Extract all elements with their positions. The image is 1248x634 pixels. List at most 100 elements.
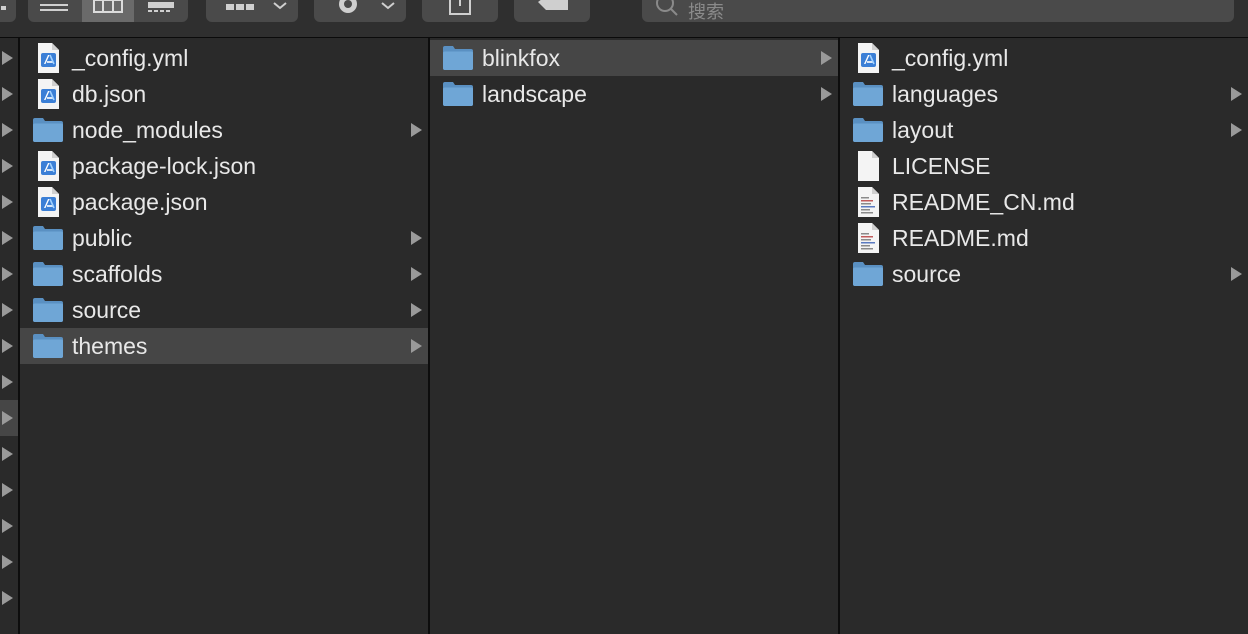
file-name: README.md [892, 224, 1029, 251]
list-item[interactable] [0, 184, 18, 220]
list-item[interactable] [0, 436, 18, 472]
icon-view-button[interactable] [0, 0, 16, 22]
folder-icon [32, 258, 64, 290]
xcode-document-icon [32, 150, 64, 182]
file-item-readme-md[interactable]: README.md [840, 220, 1248, 256]
file-item-license[interactable]: LICENSE [840, 148, 1248, 184]
list-item[interactable] [0, 472, 18, 508]
folder-item-layout[interactable]: layout [840, 112, 1248, 148]
disclosure-arrow-icon [2, 303, 13, 317]
tag-button[interactable] [514, 0, 590, 22]
list-item[interactable] [0, 364, 18, 400]
xcode-document-icon [32, 42, 64, 74]
list-item[interactable] [0, 112, 18, 148]
list-item[interactable] [0, 328, 18, 364]
view-mode-control [28, 0, 188, 22]
gallery-view-button[interactable] [136, 0, 188, 22]
file-name: source [72, 296, 142, 323]
folder-item-landscape[interactable]: landscape [430, 76, 838, 112]
folder-icon [442, 42, 474, 74]
disclosure-arrow-icon [2, 375, 13, 389]
folder-item-source[interactable]: source [840, 256, 1248, 292]
disclosure-arrow-icon [411, 231, 422, 245]
file-name: package-lock.json [72, 152, 257, 179]
list-view-button[interactable] [28, 0, 80, 22]
list-view-icon [40, 4, 68, 11]
disclosure-arrow-icon [2, 555, 13, 569]
list-item[interactable] [0, 544, 18, 580]
share-button[interactable] [422, 0, 498, 22]
share-icon [449, 0, 471, 15]
column-themes[interactable]: blinkfox landscape [430, 38, 838, 634]
list-item[interactable] [0, 76, 18, 112]
folder-item-scaffolds[interactable]: scaffolds [20, 256, 428, 292]
file-name: _config.yml [892, 44, 1009, 71]
folder-icon [852, 78, 884, 110]
disclosure-arrow-icon [1231, 267, 1242, 281]
file-name: themes [72, 332, 148, 359]
icon-view-icon [1, 6, 6, 10]
list-item[interactable] [0, 400, 18, 436]
file-item-config-yml[interactable]: _config.yml [840, 40, 1248, 76]
group-button[interactable] [206, 0, 298, 22]
file-item-package-lock-json[interactable]: package-lock.json [20, 148, 428, 184]
list-item[interactable] [0, 220, 18, 256]
list-item[interactable] [0, 292, 18, 328]
tag-icon [538, 0, 568, 10]
toolbar: 搜索 [0, 0, 1248, 38]
disclosure-arrow-icon [2, 411, 13, 425]
file-list: _config.yml languages layout LICENSE REA… [840, 38, 1248, 292]
file-name: layout [892, 116, 954, 143]
file-name: languages [892, 80, 999, 107]
search-placeholder: 搜索 [688, 2, 724, 22]
folder-item-blinkfox[interactable]: blinkfox [430, 40, 838, 76]
folder-item-source[interactable]: source [20, 292, 428, 328]
disclosure-arrow-icon [2, 447, 13, 461]
folder-item-public[interactable]: public [20, 220, 428, 256]
column-view-button[interactable] [82, 0, 134, 22]
column-hexo-root[interactable]: _config.yml db.json node_modules package… [20, 38, 428, 634]
file-name: db.json [72, 80, 147, 107]
file-item-readme-cn-md[interactable]: README_CN.md [840, 184, 1248, 220]
folder-item-themes[interactable]: themes [20, 328, 428, 364]
file-name: README_CN.md [892, 188, 1075, 215]
disclosure-arrow-icon [2, 123, 13, 137]
file-name: public [72, 224, 133, 251]
file-name: scaffolds [72, 260, 163, 287]
file-name: blinkfox [482, 44, 560, 71]
folder-icon [442, 78, 474, 110]
folder-item-node-modules[interactable]: node_modules [20, 112, 428, 148]
list-item[interactable] [0, 256, 18, 292]
list-item[interactable] [0, 580, 18, 616]
column-blinkfox[interactable]: _config.yml languages layout LICENSE REA… [840, 38, 1248, 634]
file-name: _config.yml [72, 44, 189, 71]
folder-item-languages[interactable]: languages [840, 76, 1248, 112]
disclosure-arrow-icon [2, 51, 13, 65]
disclosure-arrow-icon [411, 123, 422, 137]
disclosure-arrow-icon [1231, 123, 1242, 137]
xcode-document-icon [32, 186, 64, 218]
folder-icon [32, 114, 64, 146]
list-item[interactable] [0, 148, 18, 184]
disclosure-arrow-icon [2, 519, 13, 533]
disclosure-arrow-icon [2, 339, 13, 353]
file-item-db-json[interactable]: db.json [20, 76, 428, 112]
action-button[interactable] [314, 0, 406, 22]
list-item[interactable] [0, 40, 18, 76]
folder-icon [32, 330, 64, 362]
file-item-config-yml[interactable]: _config.yml [20, 40, 428, 76]
disclosure-arrow-icon [2, 267, 13, 281]
folder-icon [32, 222, 64, 254]
file-item-package-json[interactable]: package.json [20, 184, 428, 220]
file-name: LICENSE [892, 152, 991, 179]
list-item[interactable] [0, 508, 18, 544]
xcode-document-icon [32, 78, 64, 110]
column-view-icon [93, 0, 123, 13]
text-document-icon [852, 222, 884, 254]
search-field[interactable]: 搜索 [642, 0, 1234, 22]
folder-icon [32, 294, 64, 326]
disclosure-arrow-icon [411, 339, 422, 353]
disclosure-arrow-icon [2, 231, 13, 245]
parent-column[interactable] [0, 38, 18, 634]
disclosure-arrow-icon [2, 483, 13, 497]
